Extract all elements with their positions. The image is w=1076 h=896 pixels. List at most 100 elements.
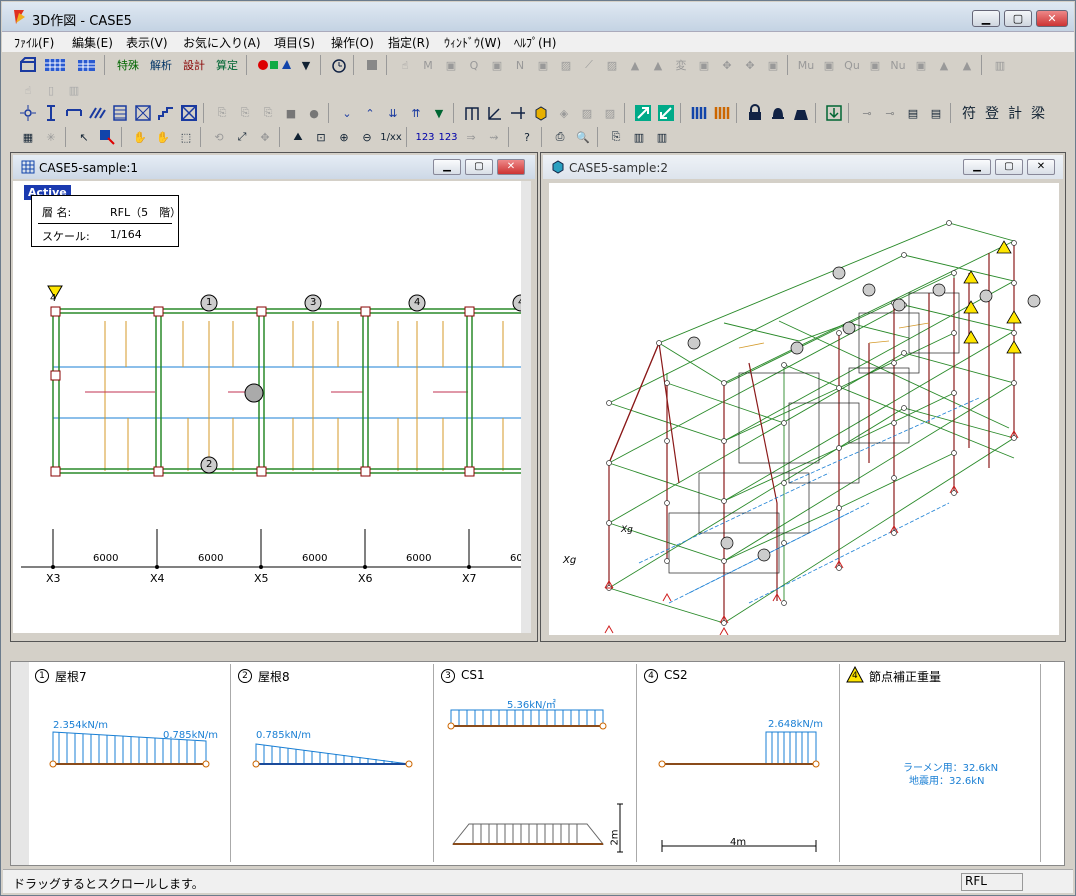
snow-icon[interactable]: ✳ [40, 126, 62, 148]
shear-q-icon[interactable]: Q [463, 54, 485, 76]
qu-box-icon[interactable]: ▣ [864, 54, 886, 76]
book-icon[interactable]: ▥ [628, 126, 650, 148]
number-up-button[interactable]: 123 [414, 126, 436, 148]
hand-select-icon[interactable]: ☝ [17, 79, 39, 101]
zoom-fit-icon[interactable]: ⛰ [287, 126, 309, 148]
select-rect-icon[interactable] [96, 126, 118, 148]
zoom-out-icon[interactable]: ⊖ [356, 126, 378, 148]
cross-select-icon[interactable] [178, 102, 200, 124]
mu-box-icon[interactable]: ▣ [818, 54, 840, 76]
deflection-box-icon[interactable]: ▨ [601, 54, 623, 76]
model-3d-canvas[interactable]: Xg Xg [549, 183, 1059, 635]
load-panel-1[interactable]: 1 屋根7 2.354kN/m 0.785kN/m [31, 664, 231, 862]
menu-operation[interactable]: 操作(O) [331, 34, 374, 51]
plan-maximize-button[interactable]: ▢ [465, 159, 493, 175]
column-select-icon[interactable] [40, 102, 62, 124]
frame-icon[interactable] [461, 102, 483, 124]
weight-icon[interactable] [790, 102, 812, 124]
special-button[interactable]: 特殊 [112, 54, 144, 76]
load-panel-5[interactable]: 4 節点補正重量 ラーメン用：32.6kN 地震用：32.6kN [843, 664, 1041, 862]
brace-select-icon[interactable] [86, 102, 108, 124]
lock-icon[interactable] [744, 102, 766, 124]
menu-file[interactable]: ﾌｧｲﾙ(F) [14, 34, 54, 51]
support-box-icon[interactable]: ▲ [647, 54, 669, 76]
stair-select-icon[interactable] [155, 102, 177, 124]
member-table-icon[interactable]: ▤ [902, 102, 924, 124]
axial-box-icon[interactable]: ▣ [532, 54, 554, 76]
move-axis-icon[interactable]: ⤢ [231, 126, 253, 148]
menu-favorites[interactable]: お気に入り(A) [183, 34, 261, 51]
zoom-window-icon[interactable]: ⬚ [175, 126, 197, 148]
mu-icon[interactable]: Mu [795, 54, 817, 76]
node2-icon[interactable]: ✥ [739, 54, 761, 76]
model-close-button[interactable]: ✕ [1027, 159, 1055, 175]
chevron-double-down-icon[interactable]: ⇊ [382, 102, 404, 124]
shear-box-icon[interactable]: ▣ [486, 54, 508, 76]
close-button[interactable]: ✕ [1036, 10, 1068, 27]
plan-canvas[interactable]: Active 層 名: RFL（5 階） スケール: 1/164 4 1 3 4… [13, 181, 531, 633]
zoom-all-icon[interactable]: ⊡ [310, 126, 332, 148]
kanji-button-3[interactable]: 計 [1004, 102, 1026, 124]
grid-3d-icon[interactable] [71, 54, 101, 76]
node-icon[interactable]: ✥ [716, 54, 738, 76]
grid-plan-icon[interactable] [40, 54, 70, 76]
data-entry-icon[interactable]: ▦ [17, 126, 39, 148]
bars-blue-icon[interactable] [688, 102, 710, 124]
support-icon[interactable]: ▲ [624, 54, 646, 76]
number-down-button[interactable]: 123 [437, 126, 459, 148]
help-cursor-icon[interactable]: ? [516, 126, 538, 148]
render-shapes-icon[interactable] [254, 54, 294, 76]
square-icon[interactable]: ■ [280, 102, 302, 124]
import-icon[interactable]: ▨ [599, 102, 621, 124]
change-box-icon[interactable]: ▣ [693, 54, 715, 76]
design-button[interactable]: 設計 [178, 54, 210, 76]
load-panel-3[interactable]: 3 CS1 5.36kN/㎡ 2m [437, 664, 637, 862]
node-select-icon[interactable] [17, 102, 39, 124]
download-box-icon[interactable] [823, 102, 845, 124]
beam-select-icon[interactable] [63, 102, 85, 124]
arrow-ne-icon[interactable] [632, 102, 654, 124]
link2-icon[interactable]: ⊸ [879, 102, 901, 124]
copy-icon[interactable]: ⎘ [605, 126, 627, 148]
change-icon[interactable]: 変 [670, 54, 692, 76]
arrow-sw-icon[interactable] [655, 102, 677, 124]
collapse-icon[interactable]: ▲ [933, 54, 955, 76]
pointer-icon[interactable]: ↖ [73, 126, 95, 148]
analysis-button[interactable]: 解析 [145, 54, 177, 76]
chevron-double-up-icon[interactable]: ⇈ [405, 102, 427, 124]
column-icon[interactable]: ▯ [40, 79, 62, 101]
collapse-box-icon[interactable]: ▲ [956, 54, 978, 76]
axis-icon[interactable] [484, 102, 506, 124]
print-preview-icon[interactable]: 🔍 [572, 126, 594, 148]
load-panel-2[interactable]: 2 屋根8 0.785kN/m [234, 664, 434, 862]
model-maximize-button[interactable]: ▢ [995, 159, 1023, 175]
book2-icon[interactable]: ▥ [651, 126, 673, 148]
scale-ratio-button[interactable]: 1/xx [379, 126, 403, 148]
copy-a-icon[interactable]: ⎘ [211, 102, 233, 124]
kanji-button-1[interactable]: 符 [958, 102, 980, 124]
load-panel-4[interactable]: 4 CS2 2.648kN/m 4m [640, 664, 840, 862]
paint-icon[interactable]: ◈ [553, 102, 575, 124]
zoom-in-icon[interactable]: ⊕ [333, 126, 355, 148]
kanji-button-2[interactable]: 登 [981, 102, 1003, 124]
copy-c-icon[interactable]: ⎘ [257, 102, 279, 124]
deflection-icon[interactable]: ⟋ [578, 54, 600, 76]
dropdown-arrow-icon[interactable]: ▼ [295, 54, 317, 76]
move-icon[interactable]: ✥ [254, 126, 276, 148]
menu-edit[interactable]: 編集(E) [72, 34, 113, 51]
dot-icon[interactable]: ● [303, 102, 325, 124]
axial-n-icon[interactable]: N [509, 54, 531, 76]
bell-icon[interactable] [767, 102, 789, 124]
slab-select-icon[interactable] [132, 102, 154, 124]
calc-button[interactable]: 算定 [211, 54, 243, 76]
export-icon[interactable]: ▨ [576, 102, 598, 124]
qu-icon[interactable]: Qu [841, 54, 863, 76]
nu-box-icon[interactable]: ▣ [910, 54, 932, 76]
arrow-right-icon[interactable]: ⇒ [460, 126, 482, 148]
table-icon[interactable]: ▥ [989, 54, 1011, 76]
grab-icon[interactable]: ✋ [152, 126, 174, 148]
plan-minimize-button[interactable]: ▁ [433, 159, 461, 175]
copy-b-icon[interactable]: ⎘ [234, 102, 256, 124]
bars-orange-icon[interactable] [711, 102, 733, 124]
node-box-icon[interactable]: ▣ [762, 54, 784, 76]
